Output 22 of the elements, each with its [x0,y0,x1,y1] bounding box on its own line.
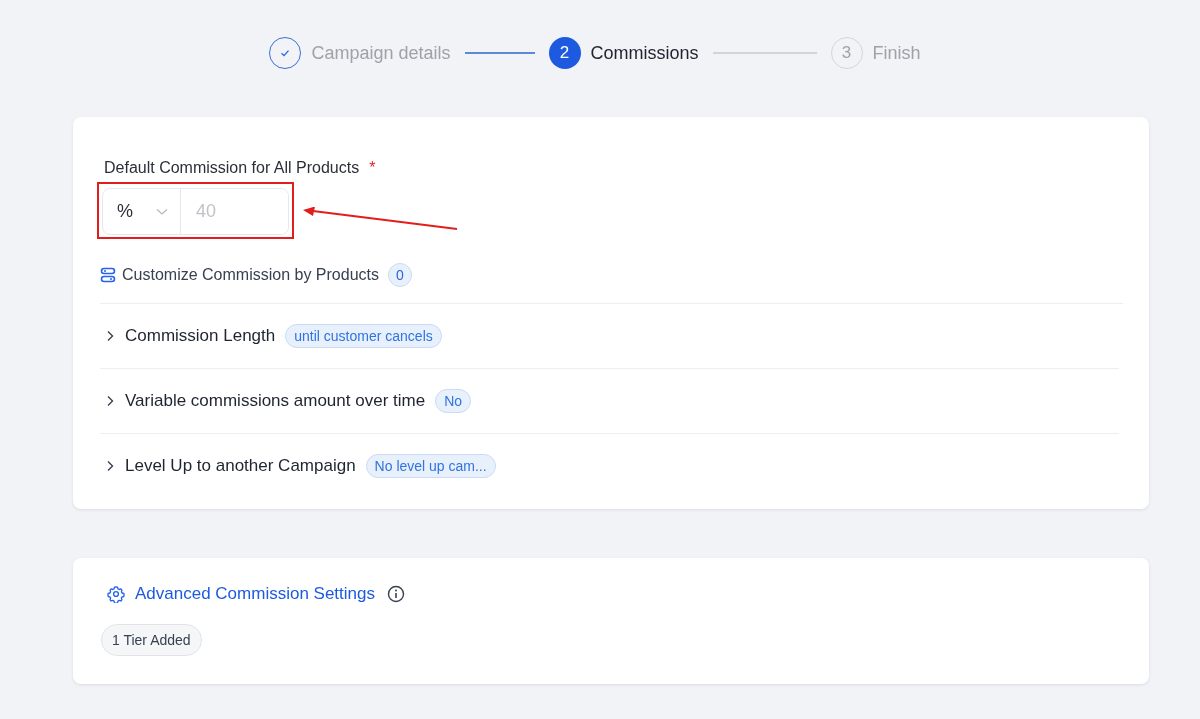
commission-field[interactable]: % 40 [102,188,289,235]
section-badge: until customer cancels [285,324,442,348]
required-mark: * [369,159,376,177]
settings-icon [107,585,125,603]
info-icon[interactable] [387,585,405,603]
step-indicator: 2 [548,37,581,69]
advanced-settings-link[interactable]: Advanced Commission Settings [135,584,375,604]
chevron-down-icon [156,207,168,216]
collapsible-section[interactable]: Variable commissions amount over time No [100,369,1119,434]
section-title: Variable commissions amount over time [125,391,426,411]
customize-link[interactable]: Customize Commission by Products [122,266,379,284]
tier-badge: 1 Tier Added [101,624,202,656]
collapsible-section[interactable]: Commission Length until customer cancels [100,304,1119,369]
collapsible-section[interactable]: Level Up to another Campaign No level up cam... [100,434,1119,498]
section-title: Level Up to another Campaign [125,456,356,476]
toggles-icon [100,267,116,283]
count-badge: 0 [387,263,412,287]
step-label[interactable]: Commissions [590,42,699,64]
section-badge: No [435,389,472,413]
section-title: Commission Length [125,326,276,346]
section-badge: No level up cam... [365,454,496,478]
field-label: Default Commission for All Products * [103,159,377,177]
